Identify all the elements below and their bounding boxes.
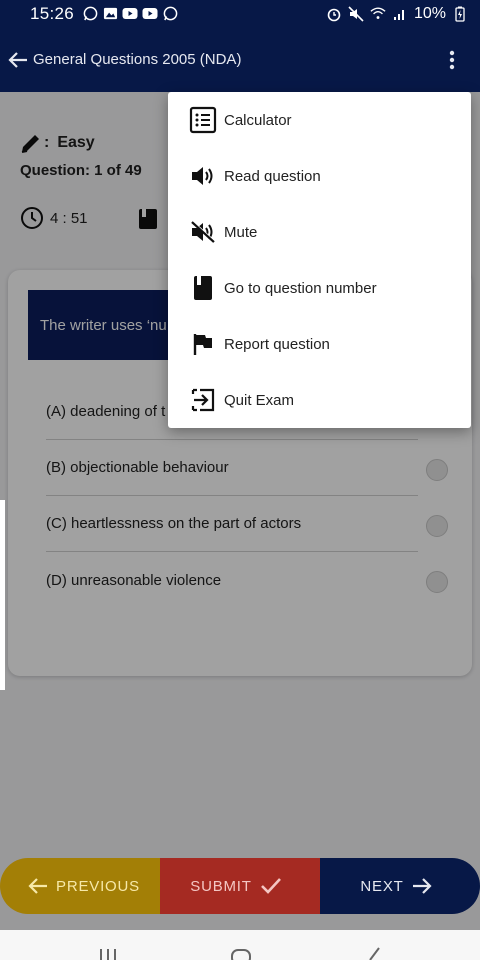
youtube-icon <box>122 6 138 22</box>
list-icon <box>188 106 218 134</box>
system-status: 10% <box>326 5 468 23</box>
menu-item-label: Calculator <box>224 111 292 129</box>
arrow-right-icon <box>412 878 432 894</box>
menu-item-label: Read question <box>224 167 321 185</box>
mute-status-icon <box>348 5 364 22</box>
previous-button[interactable]: PREVIOUS <box>0 858 160 914</box>
next-button[interactable]: NEXT <box>320 858 480 914</box>
speaker-icon <box>188 164 218 188</box>
overflow-menu-button[interactable] <box>440 40 464 80</box>
whatsapp-icon <box>82 6 98 22</box>
page-title: General Questions 2005 (NDA) <box>33 51 242 68</box>
menu-item-read-question[interactable]: Read question <box>168 148 471 204</box>
check-icon <box>260 878 281 894</box>
menu-item-label: Quit Exam <box>224 391 295 409</box>
next-label: NEXT <box>360 877 404 895</box>
alarm-icon <box>326 6 342 22</box>
edge-panel-handle[interactable] <box>0 500 5 690</box>
menu-item-mute[interactable]: Mute <box>168 204 471 260</box>
mute-icon <box>188 220 218 244</box>
previous-label: PREVIOUS <box>56 877 140 895</box>
status-time: 15:26 <box>30 3 75 23</box>
menu-item-label: Mute <box>224 223 258 241</box>
whatsapp-icon-2 <box>162 6 178 22</box>
signal-icon <box>392 6 408 22</box>
nav-back-icon <box>369 947 380 960</box>
status-bar: 15:26 10% <box>0 0 480 27</box>
back-button[interactable] <box>4 40 32 80</box>
wifi-icon <box>370 6 386 22</box>
home-icon <box>231 949 251 960</box>
overflow-menu: Calculator Read question Mute Go to ques… <box>168 92 471 428</box>
home-button[interactable] <box>230 946 252 960</box>
menu-item-report-question[interactable]: Report question <box>168 316 471 372</box>
notification-icons <box>82 6 178 22</box>
battery-text: 10% <box>413 4 446 22</box>
bottom-action-bar: PREVIOUS SUBMIT NEXT <box>0 858 480 914</box>
flag-icon <box>188 332 218 356</box>
menu-item-go-to-question[interactable]: Go to question number <box>168 260 471 316</box>
book-icon <box>188 275 218 301</box>
exit-icon <box>188 387 218 413</box>
menu-item-label: Go to question number <box>224 279 377 297</box>
battery-charging-icon <box>452 6 468 22</box>
youtube-icon-2 <box>142 6 158 22</box>
system-nav-bar <box>0 930 480 960</box>
menu-item-label: Report question <box>224 335 330 353</box>
submit-label: SUBMIT <box>190 877 252 895</box>
recents-icon <box>100 949 116 960</box>
arrow-left-icon <box>28 878 48 894</box>
gallery-icon <box>102 6 118 22</box>
app-bar: General Questions 2005 (NDA) <box>0 27 480 92</box>
menu-item-calculator[interactable]: Calculator <box>168 92 471 148</box>
recents-button[interactable] <box>98 946 118 960</box>
arrow-left-icon <box>8 51 27 68</box>
menu-item-quit-exam[interactable]: Quit Exam <box>168 372 471 428</box>
submit-button[interactable]: SUBMIT <box>160 858 320 914</box>
more-vertical-icon <box>449 50 455 69</box>
nav-back-button[interactable] <box>366 946 382 960</box>
